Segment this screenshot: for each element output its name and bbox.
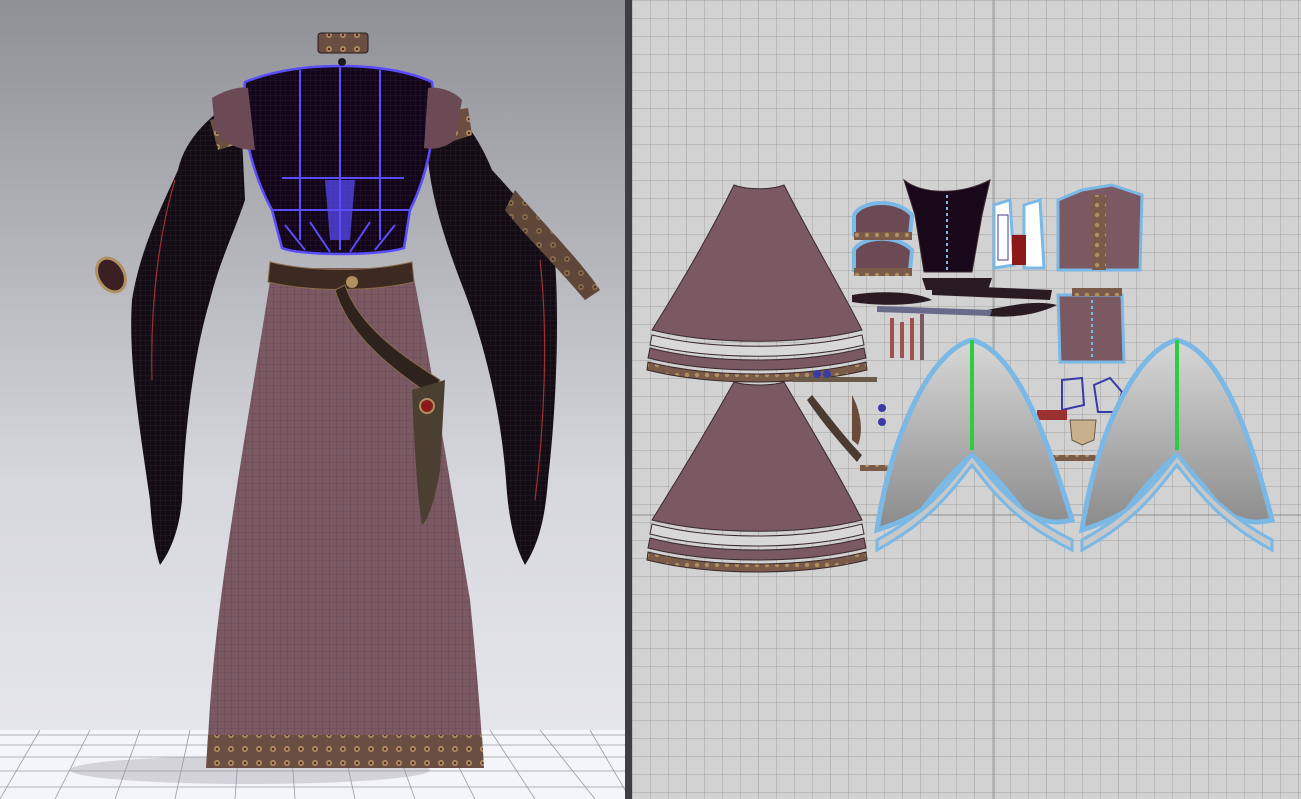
pattern-sleeve-caps[interactable] xyxy=(852,201,915,276)
panel-divider[interactable] xyxy=(625,0,632,799)
pattern-bodice-front[interactable] xyxy=(903,178,992,290)
pattern-jacket[interactable] xyxy=(1056,183,1144,364)
2d-pattern-canvas xyxy=(632,0,1301,799)
app-window xyxy=(0,0,1301,799)
pattern-wing-sleeve-left[interactable] xyxy=(873,337,1076,553)
3d-scene xyxy=(0,32,625,799)
pattern-skirt-back[interactable] xyxy=(646,381,868,573)
choker[interactable] xyxy=(317,32,369,66)
3d-viewport[interactable] xyxy=(0,0,625,799)
left-sleeve[interactable] xyxy=(131,95,252,565)
pattern-bodice-side[interactable] xyxy=(992,197,1046,270)
skirt[interactable] xyxy=(206,268,484,768)
2d-pattern-window[interactable] xyxy=(632,0,1301,799)
pattern-wing-sleeve-right[interactable] xyxy=(1078,337,1276,553)
pattern-skirt-front[interactable] xyxy=(646,184,868,383)
bodice-selected[interactable] xyxy=(212,64,462,256)
bracelet[interactable] xyxy=(91,253,132,297)
